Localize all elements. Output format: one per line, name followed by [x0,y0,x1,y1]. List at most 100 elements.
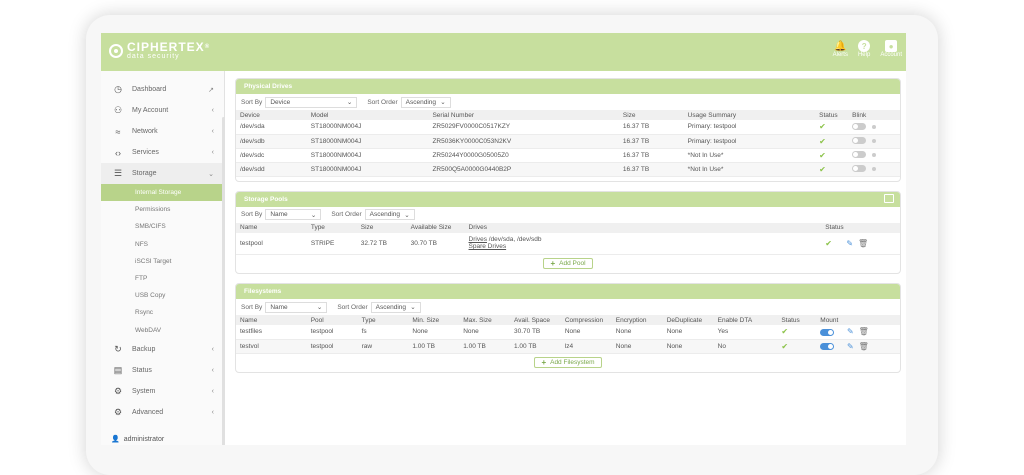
table-row[interactable]: /dev/sda ST18000NM004J ZR5029FV0000C0517… [236,120,900,135]
sort-by-label: Sort By [241,303,263,311]
col-size[interactable]: Size [356,222,407,233]
logo-mark-icon [109,44,123,58]
col-compression[interactable]: Compression [560,315,612,325]
col-status[interactable]: Status [821,222,900,233]
table-row[interactable]: /dev/sdd ST18000NM004J ZR500Q5A0000G0440… [236,162,900,177]
blink-toggle[interactable] [852,165,867,173]
edit-icon[interactable]: ✎ [846,239,853,248]
col-type[interactable]: Type [357,315,409,325]
sidebar-sub-smb[interactable]: SMB/CIFS [101,218,224,235]
spare-drives-link[interactable]: Spare Drives [469,243,507,250]
trash-icon[interactable]: 🗑 [858,239,868,248]
monitor-icon[interactable] [884,193,894,203]
blink-toggle[interactable] [852,123,867,131]
sort-order-select[interactable]: Ascending ⌄ [370,301,421,313]
table-row[interactable]: /dev/sdb ST18000NM004J ZR5036KY0000C053N… [236,134,900,149]
brand-tagline: data security [127,53,180,60]
account-icon: ● [885,40,898,52]
add-pool-button[interactable]: + Add Pool [543,258,593,269]
sidebar-item-system[interactable]: ⚙ System ‹ [101,381,224,402]
col-name[interactable]: Name [236,222,307,233]
chevron-left-icon: ‹ [211,345,214,353]
edit-icon[interactable]: ✎ [847,327,854,336]
cell-model: ST18000NM004J [306,148,429,163]
cell-dta: Yes [713,325,778,340]
sidebar-item-label: Services [132,149,159,156]
table-row[interactable]: /dev/sdc ST18000NM004J ZR50244Y0000G0500… [236,148,900,163]
drives-link[interactable]: Drives [469,236,487,243]
sort-order-select[interactable]: Ascending ⌄ [364,209,415,220]
col-serial[interactable]: Serial Number [428,110,619,120]
code-icon: ‹› [115,147,121,158]
led-dot-icon [871,166,876,171]
col-model[interactable]: Model [306,110,429,120]
add-filesystem-button[interactable]: + Add Filesystem [534,356,602,368]
col-avail-space[interactable]: Avail. Space [510,315,561,325]
sort-by-label: Sort By [241,98,263,106]
blink-toggle[interactable] [852,151,867,159]
sidebar-sub-ftp[interactable]: FTP [101,270,224,287]
mount-toggle[interactable] [820,343,835,351]
trash-icon[interactable]: 🗑 [859,342,869,351]
check-icon: ✔ [781,327,789,337]
col-dedup[interactable]: DeDuplicate [662,315,714,325]
col-status[interactable]: Status [777,315,817,325]
sidebar-sub-permissions[interactable]: Permissions [101,201,224,218]
physical-drives-panel: Physical Drives Sort By Device ⌄ Sort Ord… [235,78,901,182]
col-size[interactable]: Size [618,110,684,120]
sidebar-sub-usb-copy[interactable]: USB Copy [101,287,224,304]
current-user[interactable]: 👤 administrator [111,435,164,444]
col-max-size[interactable]: Max. Size [459,315,510,325]
sidebar-scrollbar[interactable] [222,117,225,445]
help-button[interactable]: ? Help [858,40,870,58]
sort-by-value: Name [270,303,288,311]
filesystems-panel: Filesystems Sort By Name ⌄ Sort Order Asc… [235,283,901,373]
col-drives[interactable]: Drives [464,222,822,233]
sidebar-sub-internal-storage[interactable]: Internal Storage [101,184,224,202]
col-available[interactable]: Available Size [406,222,465,233]
sidebar-item-services[interactable]: ‹› Services ‹ [101,142,224,163]
sidebar-item-storage[interactable]: ☰ Storage ⌄ [101,163,224,184]
col-encryption[interactable]: Encryption [611,315,663,325]
sidebar-sub-webdav[interactable]: WebDAV [101,322,224,339]
edit-icon[interactable]: ✎ [847,342,854,351]
table-row[interactable]: testfiles testpool fs None None 30.70 TB… [236,325,900,340]
sort-by-select[interactable]: Name ⌄ [265,301,328,313]
col-min-size[interactable]: Min. Size [408,315,460,325]
sidebar-item-network[interactable]: ≈ Network ‹ [101,121,224,142]
cell-status: ✔ [815,162,849,177]
alerts-button[interactable]: 🔔 Alerts [833,40,848,59]
col-type[interactable]: Type [306,222,357,233]
mount-toggle[interactable] [820,329,835,337]
sidebar-item-dashboard[interactable]: ◷ Dashboard ↗ [101,79,224,100]
sidebar-item-advanced[interactable]: ⚙ Advanced ‹ [101,402,224,423]
sidebar-item-my-account[interactable]: ⚇ My Account ‹ [101,100,224,121]
trash-icon[interactable]: 🗑 [859,327,869,336]
col-pool[interactable]: Pool [306,315,358,325]
sort-by-select[interactable]: Name ⌄ [265,209,322,220]
sidebar-item-status[interactable]: ▤ Status ‹ [101,360,224,381]
col-dta[interactable]: Enable DTA [713,315,778,325]
cell-mount: ✎ 🗑 [816,325,900,340]
account-button[interactable]: ● Account [880,40,902,58]
cell-min-size: 1.00 TB [408,339,460,354]
sort-by-select[interactable]: Device ⌄ [265,96,358,108]
col-mount[interactable]: Mount [816,315,900,325]
table-row[interactable]: testpool STRIPE 32.72 TB 30.70 TB Drives… [236,232,900,255]
table-row[interactable]: testvol testpool raw 1.00 TB 1.00 TB 1.0… [236,339,900,354]
col-device[interactable]: Device [236,110,307,120]
sidebar-item-backup[interactable]: ↻ Backup ‹ [101,339,224,360]
col-name[interactable]: Name [236,315,307,325]
cell-avail-space: 30.70 TB [510,325,561,340]
col-blink[interactable]: Blink [848,110,900,120]
sidebar-sub-nfs[interactable]: NFS [101,236,224,253]
cell-dta: No [713,339,778,354]
blink-toggle[interactable] [852,137,867,145]
refresh-icon: ↻ [114,343,122,354]
sidebar-sub-iscsi[interactable]: iSCSI Target [101,253,224,270]
sidebar-sub-rsync[interactable]: Rsync [101,304,224,321]
sort-order-select[interactable]: Ascending ⌄ [400,96,451,108]
col-usage[interactable]: Usage Summary [683,110,816,120]
col-status[interactable]: Status [815,110,849,120]
cell-name: testpool [236,232,307,255]
